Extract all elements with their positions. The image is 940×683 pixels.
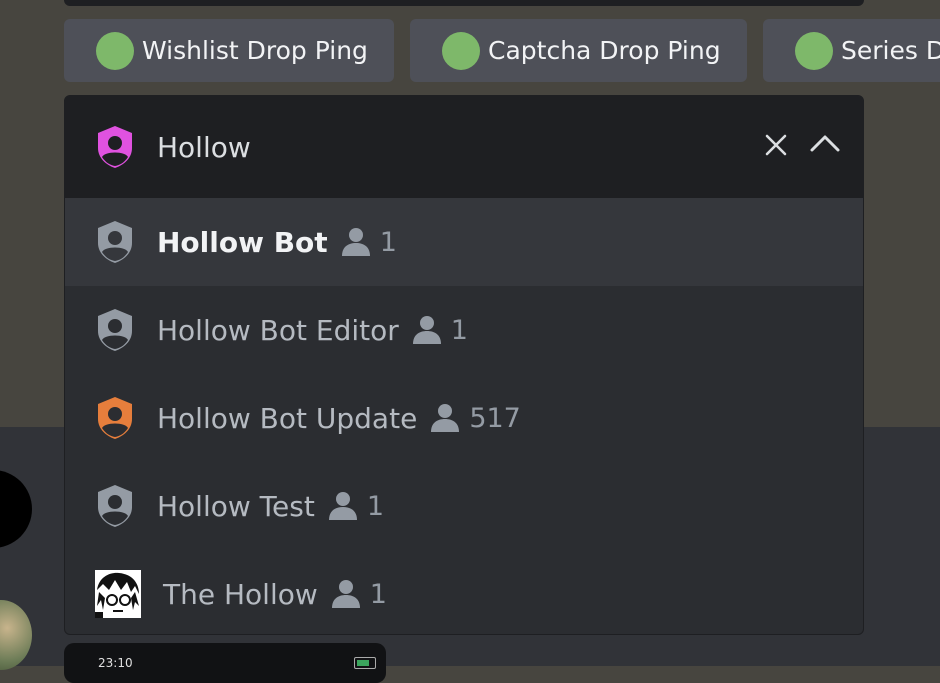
- role-select-dropdown: Hollow Hollow Bot 1 Hollow Bot Editor 1 …: [64, 95, 864, 635]
- member-count: 1: [369, 578, 387, 610]
- top-bar: [64, 0, 864, 6]
- role-select-header[interactable]: Hollow: [65, 96, 863, 198]
- tag-pill-label: Wishlist Drop Ping: [142, 36, 368, 65]
- member-count: 1: [366, 490, 385, 522]
- role-avatar-icon: [95, 570, 141, 618]
- role-option-hollow-bot[interactable]: Hollow Bot 1: [65, 198, 863, 286]
- embedded-screenshot: 23:10: [64, 643, 386, 683]
- tag-pill-label: Series D: [841, 36, 940, 65]
- tag-pill-wishlist-drop-ping[interactable]: Wishlist Drop Ping: [64, 19, 394, 82]
- person-icon: [331, 580, 360, 608]
- member-count: 1: [450, 314, 468, 346]
- person-icon: [341, 228, 370, 256]
- close-icon[interactable]: [763, 132, 789, 158]
- role-shield-icon: [98, 221, 132, 263]
- green-dot-icon: [96, 31, 134, 70]
- battery-icon: [354, 657, 376, 669]
- clock-text: 23:10: [98, 656, 133, 670]
- role-option-hollow-bot-editor[interactable]: Hollow Bot Editor 1: [65, 286, 863, 374]
- role-option-the-hollow[interactable]: The Hollow 1: [65, 550, 863, 634]
- role-option-hollow-bot-update[interactable]: Hollow Bot Update 517: [65, 374, 863, 462]
- role-option-name: The Hollow: [163, 577, 318, 611]
- green-dot-icon: [795, 31, 833, 70]
- chevron-up-icon[interactable]: [809, 130, 841, 156]
- role-option-hollow-test[interactable]: Hollow Test 1: [65, 462, 863, 550]
- person-icon: [412, 316, 441, 344]
- member-count: 517: [469, 402, 521, 434]
- tag-pill-series-d[interactable]: Series D: [763, 19, 940, 82]
- person-icon: [431, 404, 460, 432]
- tag-pill-captcha-drop-ping[interactable]: Captcha Drop Ping: [410, 19, 747, 82]
- role-shield-icon: [98, 309, 132, 351]
- role-shield-icon: [98, 397, 132, 439]
- green-dot-icon: [442, 31, 480, 70]
- role-option-name: Hollow Bot Editor: [157, 313, 399, 347]
- role-shield-icon: [98, 485, 132, 527]
- role-search-value[interactable]: Hollow: [157, 131, 251, 164]
- person-icon: [328, 492, 357, 520]
- role-option-name: Hollow Bot Update: [157, 401, 418, 435]
- role-option-name: Hollow Test: [157, 489, 315, 523]
- role-shield-icon: [98, 126, 132, 168]
- member-count: 1: [379, 226, 397, 258]
- role-option-name: Hollow Bot: [157, 225, 328, 259]
- tag-pill-label: Captcha Drop Ping: [488, 36, 721, 65]
